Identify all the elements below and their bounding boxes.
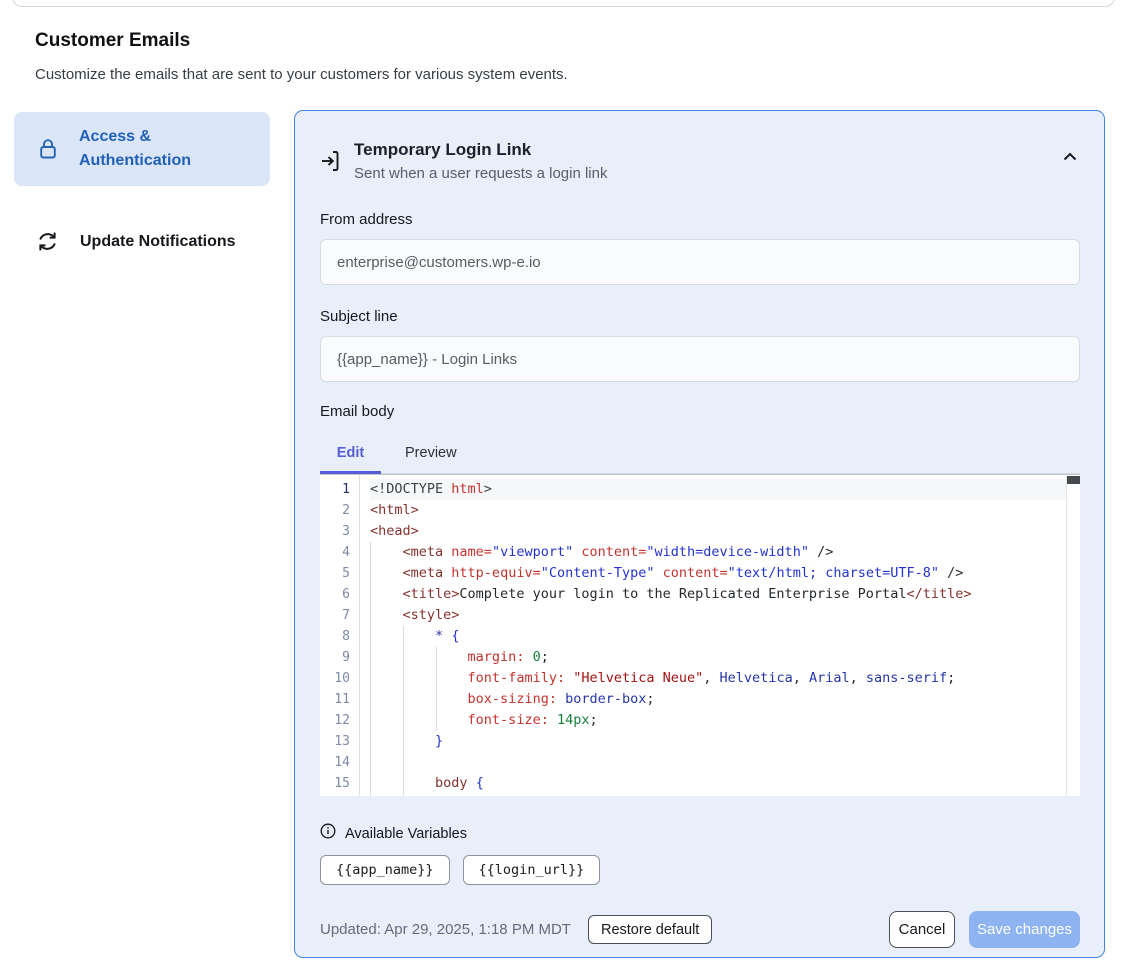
- page-subtitle: Customize the emails that are sent to yo…: [35, 66, 568, 83]
- editor-scrollbar-thumb[interactable]: [1067, 476, 1080, 484]
- info-icon: [320, 823, 336, 844]
- page-title: Customer Emails: [35, 30, 190, 52]
- editor-scrollbar[interactable]: [1066, 475, 1080, 796]
- sidebar-item-access-authentication[interactable]: Access & Authentication: [14, 112, 270, 186]
- lock-icon: [38, 137, 58, 161]
- tab-edit[interactable]: Edit: [320, 438, 381, 473]
- subject-line-label: Subject line: [320, 307, 1080, 327]
- email-body-tabs: Edit Preview: [320, 438, 1080, 474]
- collapse-button[interactable]: [1062, 151, 1078, 163]
- updated-timestamp: Updated: Apr 29, 2025, 1:18 PM MDT: [320, 921, 571, 938]
- available-variables-label: Available Variables: [345, 826, 467, 842]
- card-footer: Updated: Apr 29, 2025, 1:18 PM MDT Resto…: [320, 911, 1080, 948]
- previous-card-edge: [12, 0, 1115, 7]
- card-subtitle: Sent when a user requests a login link: [354, 164, 607, 184]
- login-icon: [320, 148, 340, 184]
- code-gutter: 12345678910111213141516: [320, 475, 360, 796]
- code-area: <!DOCTYPE html><html><head> <meta name="…: [360, 475, 1066, 796]
- restore-default-button[interactable]: Restore default: [588, 915, 712, 944]
- email-body-label: Email body: [320, 402, 1080, 422]
- card-header: Temporary Login Link Sent when a user re…: [320, 139, 1080, 184]
- from-address-input[interactable]: [320, 239, 1080, 285]
- variable-chips: {{app_name}} {{login_url}}: [320, 855, 1080, 885]
- variable-chip-app-name[interactable]: {{app_name}}: [320, 855, 450, 885]
- code-lines: <!DOCTYPE html><html><head> <meta name="…: [370, 479, 1066, 796]
- available-variables-row: Available Variables: [320, 823, 1080, 844]
- refresh-icon: [36, 230, 59, 253]
- cancel-button[interactable]: Cancel: [889, 911, 955, 948]
- subject-line-input[interactable]: [320, 336, 1080, 382]
- sidebar-item-update-notifications[interactable]: Update Notifications: [14, 217, 270, 266]
- card-title: Temporary Login Link: [354, 139, 607, 160]
- sidebar-item-label: Access & Authentication: [79, 125, 229, 173]
- temporary-login-link-card: Temporary Login Link Sent when a user re…: [294, 110, 1105, 958]
- chevron-up-icon: [1062, 151, 1078, 166]
- code-editor[interactable]: 12345678910111213141516 <!DOCTYPE html><…: [320, 474, 1080, 796]
- variable-chip-login-url[interactable]: {{login_url}}: [463, 855, 601, 885]
- sidebar: Access & Authentication Update Notificat…: [14, 112, 270, 266]
- tab-preview[interactable]: Preview: [381, 438, 481, 473]
- from-address-label: From address: [320, 210, 1080, 230]
- customer-emails-page: Customer Emails Customize the emails tha…: [0, 0, 1128, 980]
- sidebar-item-label: Update Notifications: [80, 233, 236, 251]
- save-changes-button[interactable]: Save changes: [969, 911, 1080, 948]
